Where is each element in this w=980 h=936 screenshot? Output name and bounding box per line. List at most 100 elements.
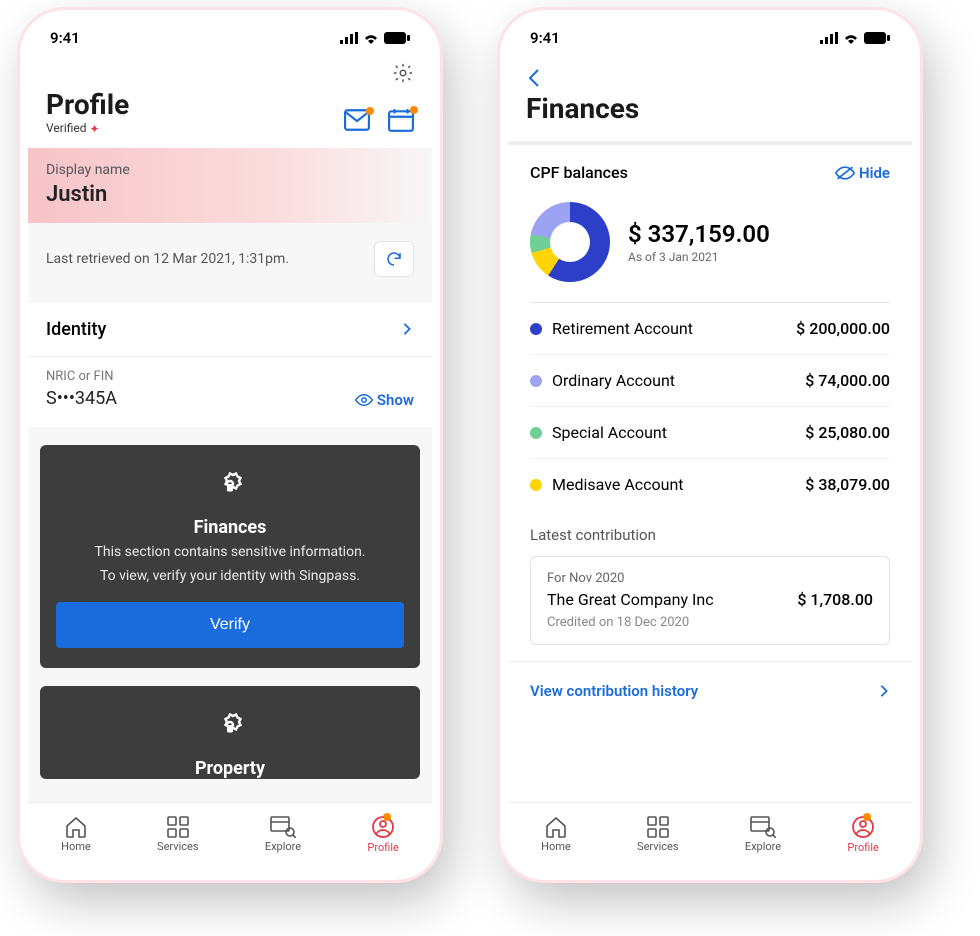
lock-gear-icon bbox=[212, 710, 248, 746]
lock-gear-icon bbox=[212, 469, 248, 505]
cpf-account-row: Medisave Account $ 38,079.00 bbox=[530, 458, 890, 510]
status-bar: 9:41 bbox=[28, 18, 432, 58]
settings-icon[interactable] bbox=[392, 62, 414, 84]
nric-value: S•••345A bbox=[46, 388, 117, 409]
display-name-card: Display name Justin bbox=[28, 148, 432, 223]
tab-home[interactable]: Home bbox=[541, 816, 571, 853]
account-amount: $ 74,000.00 bbox=[805, 371, 890, 390]
verified-label: Verified bbox=[46, 121, 87, 135]
account-amount: $ 38,079.00 bbox=[805, 475, 890, 494]
tab-home[interactable]: Home bbox=[61, 816, 91, 853]
tab-services-label: Services bbox=[157, 840, 198, 853]
latest-contribution-label: Latest contribution bbox=[530, 526, 890, 544]
tab-home-label: Home bbox=[541, 840, 571, 853]
phone-profile: 9:41 Profile Verified ✦ bbox=[20, 10, 440, 880]
signal-icon bbox=[820, 32, 838, 44]
explore-icon bbox=[750, 816, 776, 838]
services-icon bbox=[647, 816, 669, 838]
status-time: 9:41 bbox=[50, 29, 80, 47]
view-history-label: View contribution history bbox=[530, 682, 698, 700]
status-time: 9:41 bbox=[530, 29, 560, 47]
contribution-amount: $ 1,708.00 bbox=[797, 590, 873, 609]
home-icon bbox=[64, 816, 88, 838]
refresh-button[interactable] bbox=[374, 241, 414, 277]
explore-icon bbox=[270, 816, 296, 838]
tab-explore-label: Explore bbox=[265, 840, 301, 853]
signal-icon bbox=[340, 32, 358, 44]
tab-profile[interactable]: Profile bbox=[367, 815, 398, 854]
contribution-period: For Nov 2020 bbox=[547, 571, 873, 586]
hide-label: Hide bbox=[859, 164, 890, 182]
tab-explore[interactable]: Explore bbox=[265, 816, 301, 853]
tab-services-label: Services bbox=[637, 840, 678, 853]
tab-home-label: Home bbox=[61, 840, 91, 853]
finances-locked-card: Finances This section contains sensitive… bbox=[40, 445, 420, 669]
cpf-as-of: As of 3 Jan 2021 bbox=[628, 250, 770, 264]
identity-card: Identity NRIC or FIN S•••345A Show bbox=[28, 303, 432, 427]
eye-icon bbox=[355, 393, 373, 407]
tab-services[interactable]: Services bbox=[637, 816, 678, 853]
eye-off-icon bbox=[835, 165, 855, 181]
account-name: Special Account bbox=[552, 423, 667, 442]
nric-label: NRIC or FIN bbox=[46, 369, 117, 384]
notification-dot bbox=[863, 813, 871, 821]
account-amount: $ 25,080.00 bbox=[805, 423, 890, 442]
display-name-label: Display name bbox=[46, 162, 414, 178]
cpf-account-row: Retirement Account $ 200,000.00 bbox=[530, 302, 890, 354]
tab-bar: Home Services Explore Profile bbox=[508, 802, 912, 872]
page-title: Finances bbox=[526, 92, 894, 125]
battery-icon bbox=[384, 32, 410, 44]
inbox-button[interactable] bbox=[344, 109, 370, 135]
wifi-icon bbox=[363, 32, 379, 44]
status-icons bbox=[820, 32, 890, 44]
account-color-dot bbox=[530, 375, 542, 387]
cpf-donut-chart bbox=[530, 202, 610, 282]
finances-msg-2: To view, verify your identity with Singp… bbox=[56, 566, 404, 586]
last-retrieved-row: Last retrieved on 12 Mar 2021, 1:31pm. bbox=[28, 223, 432, 295]
hide-button[interactable]: Hide bbox=[835, 164, 890, 182]
battery-icon bbox=[864, 32, 890, 44]
tab-services[interactable]: Services bbox=[157, 816, 198, 853]
cpf-total-amount: $ 337,159.00 bbox=[628, 220, 770, 248]
view-history-button[interactable]: View contribution history bbox=[508, 661, 912, 720]
identity-row[interactable]: Identity bbox=[28, 303, 432, 357]
property-title: Property bbox=[56, 758, 404, 779]
status-bar: 9:41 bbox=[508, 18, 912, 58]
services-icon bbox=[167, 816, 189, 838]
identity-heading: Identity bbox=[46, 319, 106, 340]
finances-header: Finances bbox=[508, 92, 912, 141]
notification-dot bbox=[410, 106, 418, 114]
contribution-company: The Great Company Inc bbox=[547, 590, 714, 609]
finances-title: Finances bbox=[56, 517, 404, 538]
verified-icon: ✦ bbox=[90, 122, 100, 136]
account-amount: $ 200,000.00 bbox=[796, 319, 890, 338]
calendar-button[interactable] bbox=[388, 108, 414, 136]
notification-dot bbox=[366, 107, 374, 115]
account-color-dot bbox=[530, 323, 542, 335]
cpf-account-row: Special Account $ 25,080.00 bbox=[530, 406, 890, 458]
back-button[interactable] bbox=[526, 68, 542, 88]
show-button[interactable]: Show bbox=[355, 391, 414, 409]
cpf-balances-label: CPF balances bbox=[530, 163, 628, 182]
wifi-icon bbox=[843, 32, 859, 44]
tab-profile[interactable]: Profile bbox=[847, 815, 878, 854]
tab-explore-label: Explore bbox=[745, 840, 781, 853]
tab-profile-label: Profile bbox=[847, 841, 878, 854]
chevron-right-icon bbox=[400, 322, 414, 336]
contribution-credited: Credited on 18 Dec 2020 bbox=[547, 615, 873, 630]
account-name: Medisave Account bbox=[552, 475, 684, 494]
tab-explore[interactable]: Explore bbox=[745, 816, 781, 853]
phone-finances: 9:41 Finances CPF balances Hide $ 337,15… bbox=[500, 10, 920, 880]
account-name: Retirement Account bbox=[552, 319, 693, 338]
profile-header: Profile Verified ✦ bbox=[28, 88, 432, 148]
cpf-total-row: $ 337,159.00 As of 3 Jan 2021 bbox=[508, 190, 912, 302]
status-icons bbox=[340, 32, 410, 44]
finances-msg-1: This section contains sensitive informat… bbox=[56, 542, 404, 562]
contribution-card: For Nov 2020 The Great Company Inc $ 1,7… bbox=[530, 556, 890, 645]
verify-button[interactable]: Verify bbox=[56, 602, 404, 648]
account-color-dot bbox=[530, 427, 542, 439]
show-label: Show bbox=[377, 391, 414, 409]
property-locked-card: Property bbox=[40, 686, 420, 779]
account-name: Ordinary Account bbox=[552, 371, 675, 390]
page-title: Profile bbox=[46, 88, 129, 121]
